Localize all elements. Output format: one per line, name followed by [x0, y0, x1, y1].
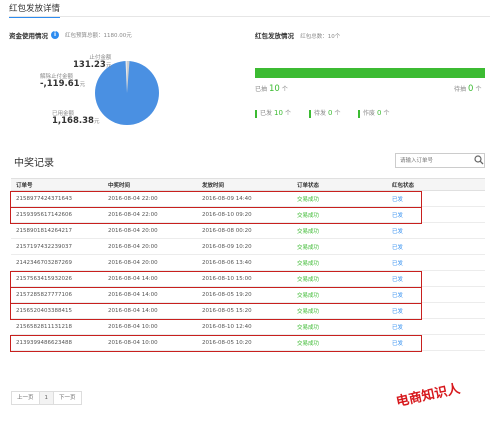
col-order-status: 订单状态	[297, 182, 320, 189]
records-title: 中奖记录	[14, 158, 54, 169]
stat-to-send: 待发 0 个	[309, 108, 341, 118]
paid-amount-value: 131.23	[73, 60, 106, 70]
cell-win-time: 2016-08-04 10:00	[108, 323, 158, 330]
stat-sent: 已发 10 个	[255, 108, 291, 118]
cell-win-time: 2016-08-04 20:00	[108, 227, 158, 234]
cell-issue-time: 2016-08-08 00:20	[202, 227, 252, 234]
redpacket-total: 红包总数：10个	[300, 34, 341, 40]
cell-issue-time: 2016-08-06 13:40	[202, 259, 252, 266]
table-row: 2156582811131218 2016-08-04 10:00 2016-08-…	[11, 319, 485, 335]
row-highlight-box	[10, 335, 422, 352]
cell-redpacket-status[interactable]: 已发	[392, 323, 485, 331]
used-amount-value: 1,168.38	[52, 116, 94, 126]
unfrozen-amount: 解除止付金额 -,119.61元	[40, 74, 85, 89]
cell-win-time: 2016-08-04 20:00	[108, 259, 158, 266]
prev-page-button[interactable]: 上一页	[11, 391, 40, 405]
next-page-button[interactable]: 下一页	[53, 391, 82, 405]
fund-usage-title: 资金使用情况	[9, 32, 48, 40]
paid-amount-unit: 元	[105, 63, 112, 69]
redpacket-progress-bar	[255, 68, 485, 78]
row-highlight-box	[10, 271, 422, 288]
fund-budget-total: 红包预算总额：1180.00元	[65, 33, 132, 39]
title-divider	[9, 16, 490, 17]
col-redpacket-status: 红包状态	[392, 182, 415, 189]
used-amount-unit: 元	[93, 119, 100, 125]
table-row: 2158901814264217 2016-08-04 20:00 2016-08-…	[11, 223, 485, 239]
row-highlight-box	[10, 191, 422, 208]
cell-issue-time: 2016-08-09 10:20	[202, 243, 252, 250]
cell-order-no: 2158901814264217	[16, 227, 72, 234]
stat-pending-label: 待抽	[454, 86, 467, 93]
page-1-button[interactable]: 1	[38, 391, 55, 405]
redpacket-title: 红包发放情况	[255, 32, 294, 40]
stat-issued-value: 10	[269, 84, 280, 94]
cell-redpacket-status[interactable]: 已发	[392, 227, 485, 235]
cell-issue-time: 2016-08-10 12:40	[202, 323, 252, 330]
cell-redpacket-status[interactable]: 已发	[392, 243, 485, 251]
row-highlight-box	[10, 303, 422, 320]
info-icon[interactable]: i	[51, 31, 59, 39]
cell-order-status: 交易成功	[297, 228, 320, 235]
stat-to-send-unit: 个	[334, 110, 341, 117]
redpacket-heading: 红包发放情况 红包总数：10个	[255, 30, 340, 40]
col-win-time: 中奖时间	[108, 182, 131, 189]
watermark-text: 电商知识人	[394, 381, 462, 410]
pagination: 上一页 1 下一页	[11, 391, 82, 405]
tick-mark	[255, 109, 257, 118]
row-highlight-box	[10, 207, 422, 224]
col-issue-time: 发放时间	[202, 182, 225, 189]
tick-mark	[358, 109, 360, 118]
used-amount: 已用金额 1,168.38元	[52, 111, 99, 126]
stat-invalid-value: 0	[377, 109, 382, 117]
unfrozen-amount-unit: 元	[79, 82, 86, 88]
stat-issued-label: 已抽	[255, 86, 268, 93]
cell-win-time: 2016-08-04 20:00	[108, 243, 158, 250]
paid-amount: 止付金额 131.23元	[73, 55, 111, 70]
tick-mark	[309, 109, 311, 118]
table-row: 2157197432239037 2016-08-04 20:00 2016-08-…	[11, 239, 485, 255]
cell-order-status: 交易成功	[297, 244, 320, 251]
cell-order-no: 2156582811131218	[16, 323, 72, 330]
cell-order-no: 2157197432239037	[16, 243, 72, 250]
stat-to-send-label: 待发	[314, 110, 327, 117]
row-highlight-box	[10, 287, 422, 304]
stat-issued-unit: 个	[281, 86, 288, 93]
cell-order-status: 交易成功	[297, 324, 320, 331]
cell-order-status: 交易成功	[297, 260, 320, 267]
stat-sent-label: 已发	[260, 110, 273, 117]
order-search-input[interactable]	[395, 153, 485, 168]
table-header: 订单号 中奖时间 发放时间 订单状态 红包状态	[11, 178, 485, 191]
search-icon[interactable]	[474, 155, 484, 165]
stat-issued: 已抽 10 个	[255, 84, 288, 94]
unfrozen-amount-value: -,119.61	[40, 79, 80, 89]
stat-to-send-value: 0	[328, 109, 333, 117]
stat-pending: 待抽 0 个	[454, 84, 481, 94]
col-order-no: 订单号	[16, 182, 33, 189]
stat-pending-unit: 个	[475, 86, 482, 93]
stat-pending-value: 0	[468, 84, 474, 94]
progress-fill	[255, 68, 485, 78]
cell-redpacket-status[interactable]: 已发	[392, 259, 485, 267]
cell-order-no: 2142346703287269	[16, 259, 72, 266]
stat-invalid-unit: 个	[383, 110, 390, 117]
stat-sent-unit: 个	[284, 110, 291, 117]
stat-invalid-label: 作废	[363, 110, 376, 117]
stat-invalid: 作废 0 个	[358, 108, 390, 118]
fund-usage-heading: 资金使用情况 i 红包预算总额：1180.00元	[9, 30, 132, 40]
table-row: 2142346703287269 2016-08-04 20:00 2016-08-…	[11, 255, 485, 271]
stat-sent-value: 10	[274, 109, 283, 117]
